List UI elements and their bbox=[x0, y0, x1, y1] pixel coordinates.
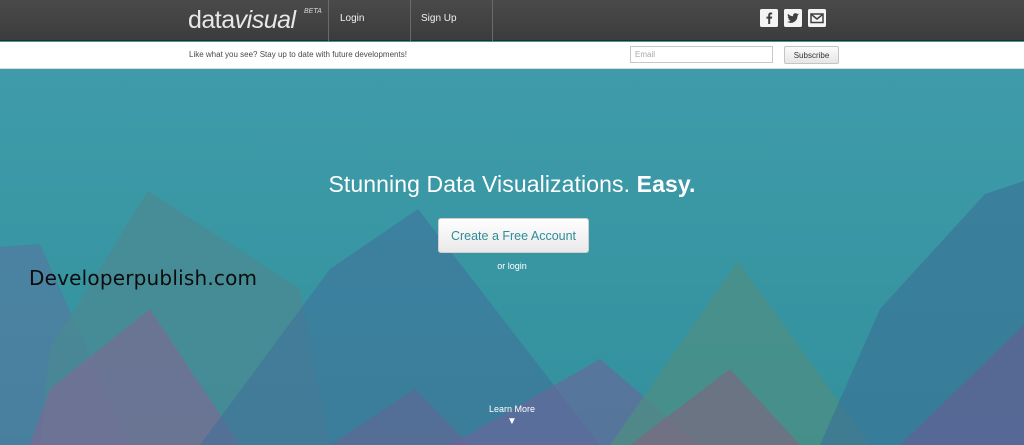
nav-signup-link[interactable]: Sign Up bbox=[421, 13, 457, 24]
logo[interactable]: datavisual BETA bbox=[188, 6, 322, 35]
hero-headline: Stunning Data Visualizations. Easy. bbox=[0, 171, 1024, 198]
logo-text-data: data bbox=[188, 6, 235, 34]
subscribe-tagline: Like what you see? Stay up to date with … bbox=[189, 50, 407, 59]
logo-text-visual: visual bbox=[234, 6, 296, 34]
watermark-text: Developerpublish.com bbox=[29, 266, 258, 290]
create-account-button[interactable]: Create a Free Account bbox=[438, 218, 589, 253]
nav-divider bbox=[492, 0, 493, 41]
facebook-icon[interactable] bbox=[760, 9, 778, 27]
hero-section: Stunning Data Visualizations. Easy. Crea… bbox=[0, 69, 1024, 445]
email-field[interactable] bbox=[630, 46, 773, 63]
mail-icon[interactable] bbox=[808, 9, 826, 27]
chevron-down-icon[interactable]: ▼ bbox=[0, 416, 1024, 427]
subscribe-bar: Like what you see? Stay up to date with … bbox=[0, 42, 1024, 69]
subscribe-button[interactable]: Subscribe bbox=[784, 46, 839, 64]
hero-background-shapes bbox=[0, 181, 1024, 445]
beta-badge: BETA bbox=[304, 8, 322, 15]
nav-divider bbox=[328, 0, 329, 41]
headline-regular: Stunning Data Visualizations. bbox=[328, 171, 631, 197]
twitter-icon[interactable] bbox=[784, 9, 802, 27]
nav-divider bbox=[410, 0, 411, 41]
nav-login-link[interactable]: Login bbox=[340, 13, 364, 24]
headline-strong: Easy. bbox=[636, 171, 696, 197]
top-navbar: datavisual BETA Login Sign Up bbox=[0, 0, 1024, 41]
learn-more-link[interactable]: Learn More bbox=[0, 404, 1024, 414]
